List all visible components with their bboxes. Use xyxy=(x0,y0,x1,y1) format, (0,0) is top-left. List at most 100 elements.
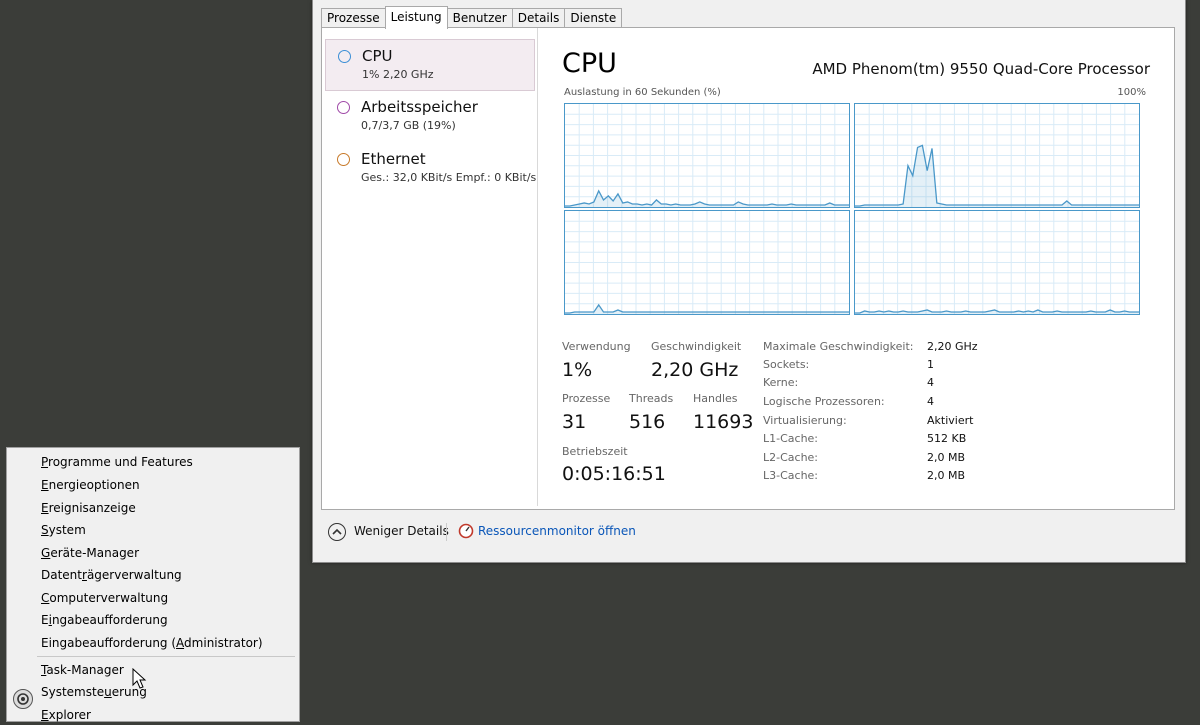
menu-item-text: Datent xyxy=(41,568,82,582)
start-button-icon[interactable] xyxy=(13,689,33,709)
spec-value: 1 xyxy=(927,358,934,371)
menu-item[interactable]: Eingabeaufforderung xyxy=(41,610,291,630)
resource-sidebar: CPU 1% 2,20 GHz Arbeitsspeicher 0,7/3,7 … xyxy=(322,28,538,506)
spec-value: Aktiviert xyxy=(927,414,974,427)
menu-item[interactable]: Ereignisanzeige xyxy=(41,498,291,518)
resource-monitor-link[interactable]: Ressourcenmonitor öffnen xyxy=(455,520,655,544)
stat-label-geschwindigkeit: Geschwindigkeit xyxy=(651,340,742,353)
menu-item[interactable]: Systemsteuerung xyxy=(41,682,291,702)
menu-item-text: Eingabeaufforderung ( xyxy=(41,636,177,650)
spec-key: Maximale Geschwindigkeit: xyxy=(763,340,914,353)
menu-item-accelerator: G xyxy=(41,546,51,560)
stat-betriebszeit: 0:05:16:51 xyxy=(562,463,666,485)
menu-item[interactable]: Eingabeaufforderung (Administrator) xyxy=(41,633,291,653)
menu-item[interactable]: Task-Manager xyxy=(41,660,291,680)
spec-value: 2,0 MB xyxy=(927,469,966,482)
cpu-details: CPU AMD Phenom(tm) 9550 Quad-Core Proces… xyxy=(538,28,1174,506)
spec-key: L3-Cache: xyxy=(763,469,819,482)
tab-prozesse[interactable]: Prozesse xyxy=(321,8,386,28)
menu-item-accelerator: S xyxy=(41,523,49,537)
stat-label-prozesse: Prozesse xyxy=(562,392,611,405)
menu-item-accelerator: E xyxy=(41,501,49,515)
spec-value: 2,20 GHz xyxy=(927,340,978,353)
core-graph-0 xyxy=(564,103,850,208)
core-graph-2 xyxy=(564,210,850,315)
menu-item-text: rogramme und Features xyxy=(48,455,193,469)
stat-label-handles: Handles xyxy=(693,392,738,405)
sidebar-item-ethernet[interactable]: Ethernet Ges.: 32,0 KBit/s Empf.: 0 KBit… xyxy=(325,143,537,193)
menu-item-text: ask-Manager xyxy=(46,663,124,677)
menu-item-text: dministrator) xyxy=(184,636,263,650)
fewer-details-label: Weniger Details xyxy=(354,524,449,538)
sidebar-item-memory[interactable]: Arbeitsspeicher 0,7/3,7 GB (19%) xyxy=(325,91,533,141)
stat-verwendung: 1% xyxy=(562,359,593,381)
stat-handles: 11693 xyxy=(693,411,754,433)
menu-item[interactable]: Energieoptionen xyxy=(41,475,291,495)
spec-key: L1-Cache: xyxy=(763,432,819,445)
sidebar-item-sub: 0,7/3,7 GB (19%) xyxy=(361,119,456,132)
stat-label-threads: Threads xyxy=(629,392,674,405)
sidebar-item-label: CPU xyxy=(362,47,393,65)
tab-details[interactable]: Details xyxy=(511,8,566,28)
stat-threads: 516 xyxy=(629,411,666,433)
menu-separator xyxy=(37,656,295,657)
cpu-model: AMD Phenom(tm) 9550 Quad-Core Processor xyxy=(812,60,1150,78)
menu-item-accelerator: A xyxy=(176,636,185,650)
sidebar-item-sub: Ges.: 32,0 KBit/s Empf.: 0 KBit/s xyxy=(361,171,537,184)
stat-prozesse: 31 xyxy=(562,411,587,433)
sidebar-item-label: Arbeitsspeicher xyxy=(361,98,478,116)
task-manager-window: Prozesse Leistung Benutzer Details Diens… xyxy=(312,0,1186,563)
menu-item-text: reignisanzeige xyxy=(48,501,136,515)
menu-item[interactable]: System xyxy=(41,520,291,540)
spec-key: Logische Prozessoren: xyxy=(763,395,885,408)
menu-item-text: ngabeaufforderung xyxy=(51,613,168,627)
graph-caption: Auslastung in 60 Sekunden (%) xyxy=(564,87,721,98)
menu-item-text: Systemste xyxy=(41,685,105,699)
tab-leistung[interactable]: Leistung xyxy=(384,6,448,29)
menu-item[interactable]: Geräte-Manager xyxy=(41,543,291,563)
spec-value: 2,0 MB xyxy=(927,451,966,464)
graph-max-label: 100% xyxy=(1117,87,1146,98)
fewer-details-button[interactable]: Weniger Details xyxy=(325,520,455,544)
ethernet-circle-icon xyxy=(337,153,350,166)
tab-benutzer[interactable]: Benutzer xyxy=(446,8,513,28)
menu-item[interactable]: Explorer xyxy=(41,705,291,725)
sidebar-item-sub: 1% 2,20 GHz xyxy=(362,68,434,81)
stat-geschwindigkeit: 2,20 GHz xyxy=(651,359,739,381)
mouse-pointer-icon xyxy=(132,668,147,689)
menu-item[interactable]: Programme und Features xyxy=(41,452,291,472)
core-graph-3 xyxy=(854,210,1140,315)
spec-key: Kerne: xyxy=(763,376,799,389)
footer-divider xyxy=(446,523,447,541)
winx-context-menu: Programme und Features Energieoptionen Ere… xyxy=(6,447,300,722)
menu-item-text: ystem xyxy=(48,523,86,537)
resource-monitor-icon xyxy=(458,523,474,542)
menu-item[interactable]: Datenträgerverwaltung xyxy=(41,565,291,585)
menu-item-accelerator: P xyxy=(41,455,49,469)
spec-value: 4 xyxy=(927,395,934,408)
chevron-up-icon xyxy=(328,523,346,541)
tab-dienste[interactable]: Dienste xyxy=(564,8,623,28)
sidebar-item-cpu[interactable]: CPU 1% 2,20 GHz xyxy=(325,39,535,91)
page-title: CPU xyxy=(562,48,617,79)
spec-key: Virtualisierung: xyxy=(763,414,847,427)
spec-key: L2-Cache: xyxy=(763,451,819,464)
menu-item-accelerator: E xyxy=(41,478,49,492)
memory-circle-icon xyxy=(337,101,350,114)
stat-label-verwendung: Verwendung xyxy=(562,340,631,353)
menu-item-accelerator: u xyxy=(104,685,112,699)
menu-item-text: ägerverwaltung xyxy=(86,568,182,582)
menu-item-text: omputerverwaltung xyxy=(49,591,169,605)
spec-key: Sockets: xyxy=(763,358,810,371)
performance-panel: CPU 1% 2,20 GHz Arbeitsspeicher 0,7/3,7 … xyxy=(321,27,1175,510)
spec-value: 4 xyxy=(927,376,934,389)
menu-item-text: E xyxy=(41,613,49,627)
menu-item-text: eräte-Manager xyxy=(50,546,139,560)
core-graph-1 xyxy=(854,103,1140,208)
spec-value: 512 KB xyxy=(927,432,967,445)
sidebar-item-label: Ethernet xyxy=(361,150,426,168)
cpu-circle-icon xyxy=(338,50,351,63)
menu-item[interactable]: Computerverwaltung xyxy=(41,588,291,608)
stat-label-betriebszeit: Betriebszeit xyxy=(562,445,628,458)
menu-item-text: nergieoptionen xyxy=(48,478,140,492)
